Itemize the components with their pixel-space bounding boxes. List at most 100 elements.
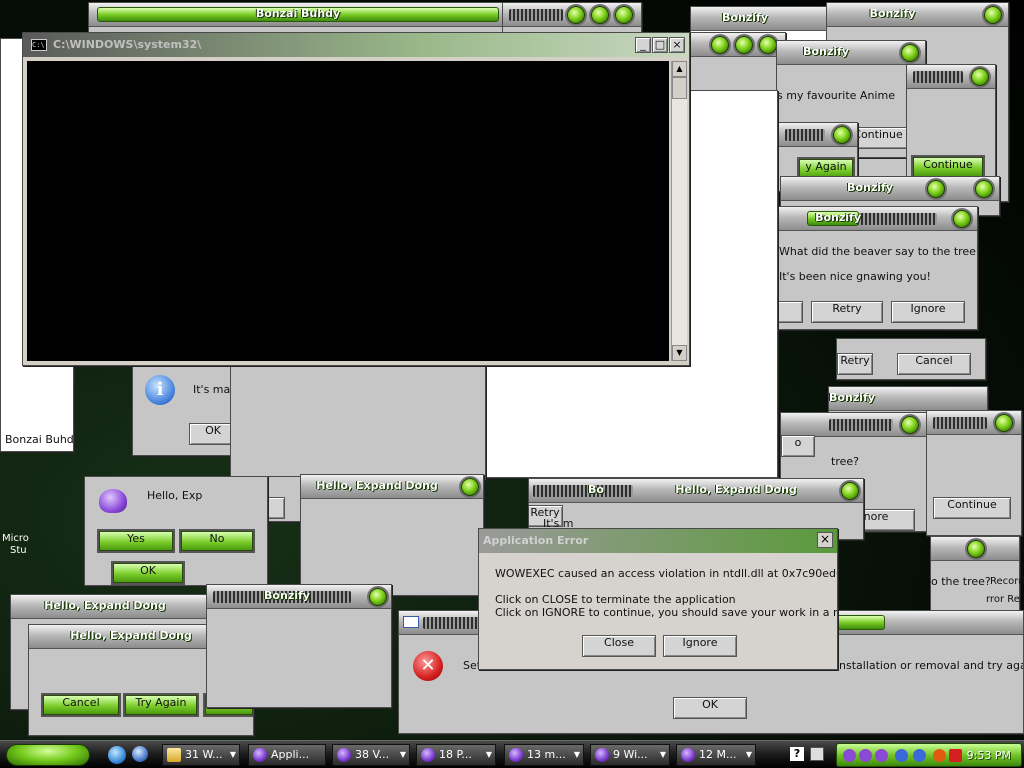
user-tray-icon[interactable] (913, 749, 926, 762)
application-error-dialog[interactable]: Application Error × WOWEXEC caused an ac… (478, 528, 838, 670)
taskbar-item[interactable]: Appli... (248, 744, 326, 766)
user-tray-icon[interactable] (895, 749, 908, 762)
alert-tray-icon[interactable] (949, 749, 962, 762)
hello-expand-dong-window[interactable]: Hello, Expand Dong (300, 474, 484, 596)
no-button[interactable]: No (181, 531, 253, 551)
bonzi-icon (337, 748, 351, 762)
window-title: Bonzify (829, 391, 875, 404)
desktop-icon-label[interactable]: Micro (2, 533, 29, 544)
window-title: Hello, Expand Dong (675, 483, 797, 496)
title-bar[interactable]: Bonzai Buhdy (89, 3, 507, 27)
window-title: Hello, Expand Dong (316, 479, 438, 492)
network-icon[interactable] (810, 747, 824, 761)
green-orb-button[interactable] (711, 36, 729, 54)
green-orb-button[interactable] (975, 180, 993, 198)
try-again-button[interactable]: Try Again (125, 695, 197, 715)
info-dialog[interactable]: i It's mag OK (132, 364, 236, 456)
bonzify-window[interactable]: Bonzify (206, 584, 392, 708)
taskbar-item[interactable]: 9 Wi... ▼ (590, 744, 670, 766)
behind-window[interactable]: Continue (906, 64, 996, 184)
taskbar-item[interactable]: 18 P... ▼ (416, 744, 496, 766)
command-prompt-window[interactable]: C:\ C:\WINDOWS\system32\ _ □ × ▲ ▼ (22, 32, 690, 366)
joke-answer: It's been nice gnawing you! (779, 270, 931, 283)
scroll-down-icon[interactable]: ▼ (672, 345, 687, 361)
bonzi-icon (421, 748, 435, 762)
maximize-button[interactable]: □ (652, 37, 668, 53)
green-orb-button[interactable] (953, 210, 971, 228)
title-bar[interactable]: Application Error × (479, 529, 837, 553)
clock[interactable]: 9:53 PM (967, 749, 1011, 762)
green-orb-button[interactable] (927, 180, 945, 198)
joke-question: What did the beaver say to the tree? (779, 245, 978, 258)
window-title: Bonzify (869, 7, 916, 20)
window-title: Hello, Expand Dong (70, 629, 192, 642)
bonzi-tray-icon[interactable] (843, 749, 856, 762)
continue-button[interactable]: Continue (913, 157, 983, 177)
close-button[interactable]: Close (582, 635, 656, 657)
title-bar[interactable]: C:\ C:\WINDOWS\system32\ _ □ × (23, 33, 689, 57)
ok-button[interactable]: OK (189, 423, 235, 445)
window-title: Bonzify (264, 589, 310, 602)
behind-window[interactable]: Continue (926, 410, 1022, 536)
green-orb-button[interactable] (369, 588, 387, 606)
ignore-button[interactable]: Ignore (663, 635, 737, 657)
bonzi-tray-icon[interactable] (875, 749, 888, 762)
continue-button[interactable]: Continue (933, 497, 1011, 519)
minimize-button[interactable]: _ (635, 37, 651, 53)
green-orb-button[interactable] (615, 6, 633, 24)
green-orb-button[interactable] (591, 6, 609, 24)
scroll-thumb[interactable] (672, 77, 687, 99)
console-area[interactable] (27, 61, 669, 361)
quicklaunch-icon[interactable] (132, 746, 148, 762)
partial-button[interactable]: o (781, 435, 815, 457)
partial-text: rror Re (986, 594, 1020, 605)
green-orb-button[interactable] (759, 36, 777, 54)
taskbar-item[interactable]: 38 V... ▼ (332, 744, 410, 766)
green-orb-button[interactable] (841, 482, 859, 500)
green-orb-button[interactable] (984, 6, 1002, 24)
window-title: Bonzify (722, 11, 768, 24)
close-icon[interactable]: × (817, 532, 833, 548)
help-icon[interactable]: ? (790, 747, 804, 761)
behind-window[interactable] (230, 364, 486, 480)
search-tray-icon[interactable] (933, 749, 946, 762)
green-orb-button[interactable] (995, 414, 1013, 432)
cancel-button[interactable]: Cancel (897, 353, 971, 375)
bonzi-tray-icon[interactable] (859, 749, 872, 762)
taskbar-item[interactable]: 12 M... ▼ (676, 744, 756, 766)
behind-window[interactable]: Retry Cancel (836, 338, 986, 380)
green-orb-button[interactable] (833, 126, 851, 144)
ok-button[interactable]: OK (113, 563, 183, 583)
bonzify-beaver-dialog[interactable]: Bonzify What did the beaver say to the t… (778, 206, 978, 330)
taskbar-item[interactable]: 13 m... ▼ (504, 744, 584, 766)
green-orb-button[interactable] (735, 36, 753, 54)
green-orb-button[interactable] (901, 416, 919, 434)
retry-button[interactable]: Retry (811, 301, 883, 323)
window-title: Bonzify (815, 211, 861, 224)
green-orb-button[interactable] (901, 44, 919, 62)
close-button[interactable]: × (669, 37, 685, 53)
yes-button[interactable]: Yes (99, 531, 173, 551)
vertical-scrollbar[interactable]: ▲ ▼ (671, 61, 687, 361)
hidden-button[interactable] (779, 301, 803, 323)
window-title: Hello, Expand Dong (44, 599, 166, 612)
dialog-text: o the tree? (931, 575, 991, 588)
desktop-icon-label[interactable]: Stu (10, 545, 27, 556)
internet-explorer-icon[interactable] (108, 746, 126, 764)
green-orb-button[interactable] (971, 68, 989, 86)
error-instruction-ignore: Click on IGNORE to continue, you should … (495, 606, 837, 619)
retry-button[interactable]: Retry (837, 353, 873, 375)
window-title: C:\WINDOWS\system32\ (53, 38, 202, 51)
taskbar-item[interactable]: 31 W... ▼ (162, 744, 240, 766)
ok-button[interactable]: OK (673, 697, 747, 719)
green-orb-button[interactable] (967, 540, 985, 558)
bonzi-icon (681, 748, 695, 762)
scroll-up-icon[interactable]: ▲ (672, 61, 687, 77)
green-orb-button[interactable] (567, 6, 585, 24)
ignore-button[interactable]: Ignore (891, 301, 965, 323)
cancel-button[interactable]: Cancel (43, 695, 119, 715)
hello-left-window[interactable]: Hello, Exp Yes No OK (84, 476, 268, 586)
green-orb-button[interactable] (461, 478, 479, 496)
bonzi-icon (253, 748, 267, 762)
start-button[interactable] (6, 744, 90, 766)
